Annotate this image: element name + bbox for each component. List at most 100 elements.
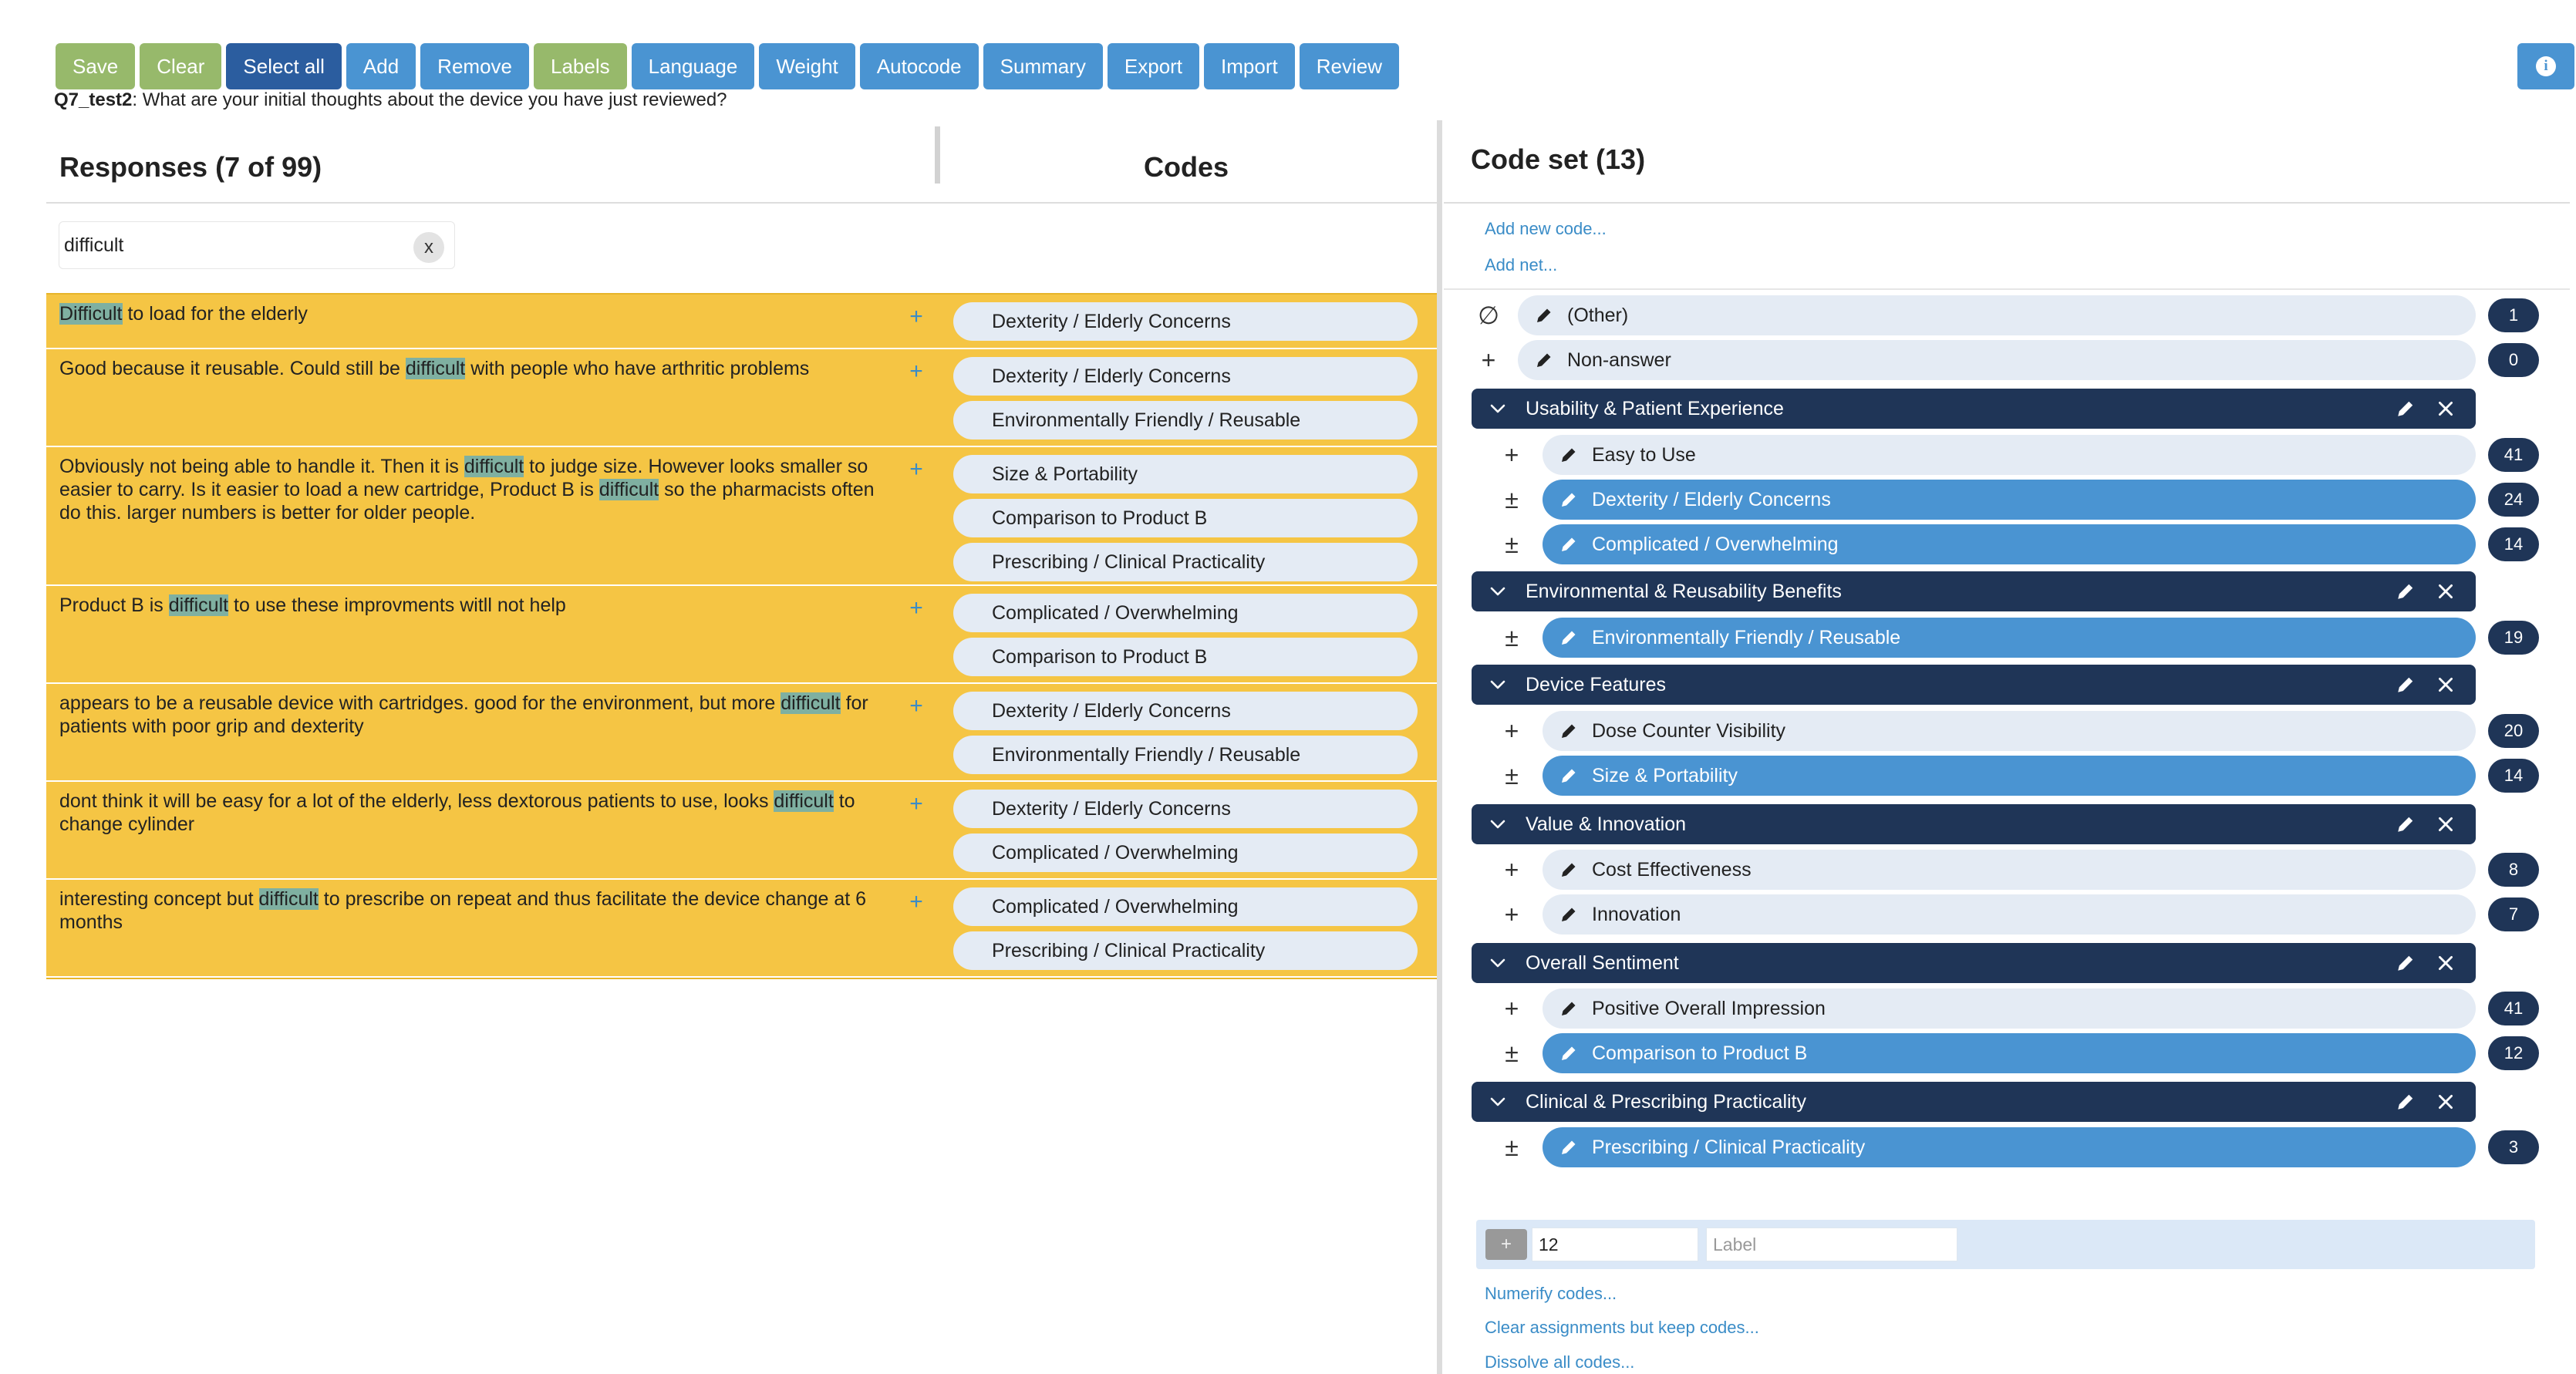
chevron-down-icon[interactable] [1489, 675, 1507, 694]
chevron-down-icon[interactable] [1489, 954, 1507, 972]
edit-net-icon[interactable] [2396, 953, 2416, 973]
toggle-code-button[interactable]: ± [1495, 1033, 1529, 1073]
close-icon[interactable] [2436, 675, 2456, 695]
numerify-codes-link[interactable]: Numerify codes... [1485, 1284, 1617, 1304]
edit-pencil-icon[interactable] [1559, 860, 1578, 879]
new-code-label-input[interactable] [1706, 1228, 1957, 1261]
edit-pencil-icon[interactable] [1535, 306, 1553, 325]
add-code-to-response-button[interactable]: + [901, 595, 932, 621]
assigned-code-pill[interactable]: Prescribing / Clinical Practicality [953, 931, 1418, 970]
new-code-number-input[interactable] [1532, 1228, 1698, 1261]
toggle-code-button[interactable]: + [1495, 850, 1529, 890]
code-net-header[interactable]: Clinical & Prescribing Practicality [1472, 1082, 2476, 1122]
close-icon[interactable] [2436, 581, 2456, 601]
search-input[interactable] [64, 228, 403, 262]
edit-net-icon[interactable] [2396, 399, 2416, 419]
code-pill[interactable]: Positive Overall Impression [1543, 988, 2476, 1029]
code-pill[interactable]: Dexterity / Elderly Concerns [1543, 480, 2476, 520]
add-code-to-response-button[interactable]: + [901, 359, 932, 385]
assigned-code-pill[interactable]: Prescribing / Clinical Practicality [953, 543, 1418, 581]
save-button[interactable]: Save [56, 43, 136, 89]
code-pill[interactable]: (Other) [1518, 295, 2476, 335]
info-button[interactable]: i [2517, 43, 2574, 89]
close-icon[interactable] [2436, 953, 2456, 973]
code-net-header[interactable]: Usability & Patient Experience [1472, 389, 2476, 429]
chevron-down-icon[interactable] [1489, 582, 1507, 601]
assigned-code-pill[interactable]: Comparison to Product B [953, 499, 1418, 537]
edit-pencil-icon[interactable] [1559, 722, 1578, 740]
toggle-code-button[interactable]: + [1495, 894, 1529, 935]
export-button[interactable]: Export [1107, 43, 1200, 89]
edit-net-icon[interactable] [2396, 675, 2416, 695]
assigned-code-pill[interactable]: Dexterity / Elderly Concerns [953, 357, 1418, 396]
add-code-to-response-button[interactable]: + [901, 693, 932, 719]
edit-pencil-icon[interactable] [1559, 490, 1578, 509]
assigned-code-pill[interactable]: Dexterity / Elderly Concerns [953, 302, 1418, 341]
toggle-code-button[interactable]: ± [1495, 480, 1529, 520]
add-code-button[interactable]: + [1485, 1229, 1527, 1260]
toggle-code-button[interactable]: ± [1495, 524, 1529, 564]
add-code-to-response-button[interactable]: + [901, 889, 932, 915]
toggle-code-button[interactable]: + [1472, 340, 1505, 380]
assigned-code-pill[interactable]: Dexterity / Elderly Concerns [953, 692, 1418, 730]
add-code-to-response-button[interactable]: + [901, 456, 932, 483]
language-button[interactable]: Language [631, 43, 755, 89]
chevron-down-icon[interactable] [1489, 815, 1507, 833]
assigned-code-pill[interactable]: Complicated / Overwhelming [953, 833, 1418, 872]
code-net-header[interactable]: Environmental & Reusability Benefits [1472, 571, 2476, 611]
toggle-code-button[interactable]: + [1495, 988, 1529, 1029]
assigned-code-pill[interactable]: Environmentally Friendly / Reusable [953, 736, 1418, 774]
search-clear-button[interactable]: x [413, 232, 444, 263]
dissolve-all-codes-link[interactable]: Dissolve all codes... [1485, 1352, 1634, 1372]
add-code-to-response-button[interactable]: + [901, 304, 932, 330]
summary-button[interactable]: Summary [983, 43, 1103, 89]
code-pill[interactable]: Easy to Use [1543, 435, 2476, 475]
chevron-down-icon[interactable] [1489, 1093, 1507, 1111]
code-net-header[interactable]: Value & Innovation [1472, 804, 2476, 844]
edit-pencil-icon[interactable] [1559, 905, 1578, 924]
code-pill[interactable]: Innovation [1543, 894, 2476, 935]
edit-pencil-icon[interactable] [1559, 999, 1578, 1018]
edit-pencil-icon[interactable] [1559, 766, 1578, 785]
import-button[interactable]: Import [1204, 43, 1295, 89]
select-all-button[interactable]: Select all [226, 43, 342, 89]
toggle-code-button[interactable]: ± [1495, 1127, 1529, 1167]
clear-button[interactable]: Clear [140, 43, 222, 89]
close-icon[interactable] [2436, 1092, 2456, 1112]
code-pill[interactable]: Environmentally Friendly / Reusable [1543, 618, 2476, 658]
edit-pencil-icon[interactable] [1559, 1138, 1578, 1157]
add-net-link[interactable]: Add net... [1485, 255, 1557, 275]
code-pill[interactable]: Size & Portability [1543, 756, 2476, 796]
code-net-header[interactable]: Overall Sentiment [1472, 943, 2476, 983]
code-net-header[interactable]: Device Features [1472, 665, 2476, 705]
edit-pencil-icon[interactable] [1559, 446, 1578, 464]
assigned-code-pill[interactable]: Dexterity / Elderly Concerns [953, 790, 1418, 828]
add-button[interactable]: Add [346, 43, 416, 89]
autocode-button[interactable]: Autocode [859, 43, 979, 89]
add-code-to-response-button[interactable]: + [901, 791, 932, 817]
assigned-code-pill[interactable]: Comparison to Product B [953, 638, 1418, 676]
edit-pencil-icon[interactable] [1559, 1044, 1578, 1062]
clear-assignments-link[interactable]: Clear assignments but keep codes... [1485, 1318, 1759, 1338]
assigned-code-pill[interactable]: Size & Portability [953, 455, 1418, 493]
assigned-code-pill[interactable]: Complicated / Overwhelming [953, 887, 1418, 926]
labels-button[interactable]: Labels [534, 43, 627, 89]
toggle-code-button[interactable]: ± [1495, 618, 1529, 658]
assigned-code-pill[interactable]: Complicated / Overwhelming [953, 594, 1418, 632]
code-pill[interactable]: Prescribing / Clinical Practicality [1543, 1127, 2476, 1167]
toggle-code-button[interactable]: + [1495, 435, 1529, 475]
column-resize-handle[interactable] [935, 126, 940, 184]
assigned-code-pill[interactable]: Environmentally Friendly / Reusable [953, 401, 1418, 439]
toggle-code-button[interactable]: + [1495, 711, 1529, 751]
panel-resize-handle[interactable] [1437, 120, 1442, 1374]
add-new-code-link[interactable]: Add new code... [1485, 219, 1607, 239]
edit-pencil-icon[interactable] [1559, 535, 1578, 554]
code-pill[interactable]: Complicated / Overwhelming [1543, 524, 2476, 564]
edit-net-icon[interactable] [2396, 1092, 2416, 1112]
remove-button[interactable]: Remove [420, 43, 529, 89]
close-icon[interactable] [2436, 399, 2456, 419]
code-pill[interactable]: Cost Effectiveness [1543, 850, 2476, 890]
edit-net-icon[interactable] [2396, 581, 2416, 601]
edit-pencil-icon[interactable] [1559, 628, 1578, 647]
code-pill[interactable]: Dose Counter Visibility [1543, 711, 2476, 751]
